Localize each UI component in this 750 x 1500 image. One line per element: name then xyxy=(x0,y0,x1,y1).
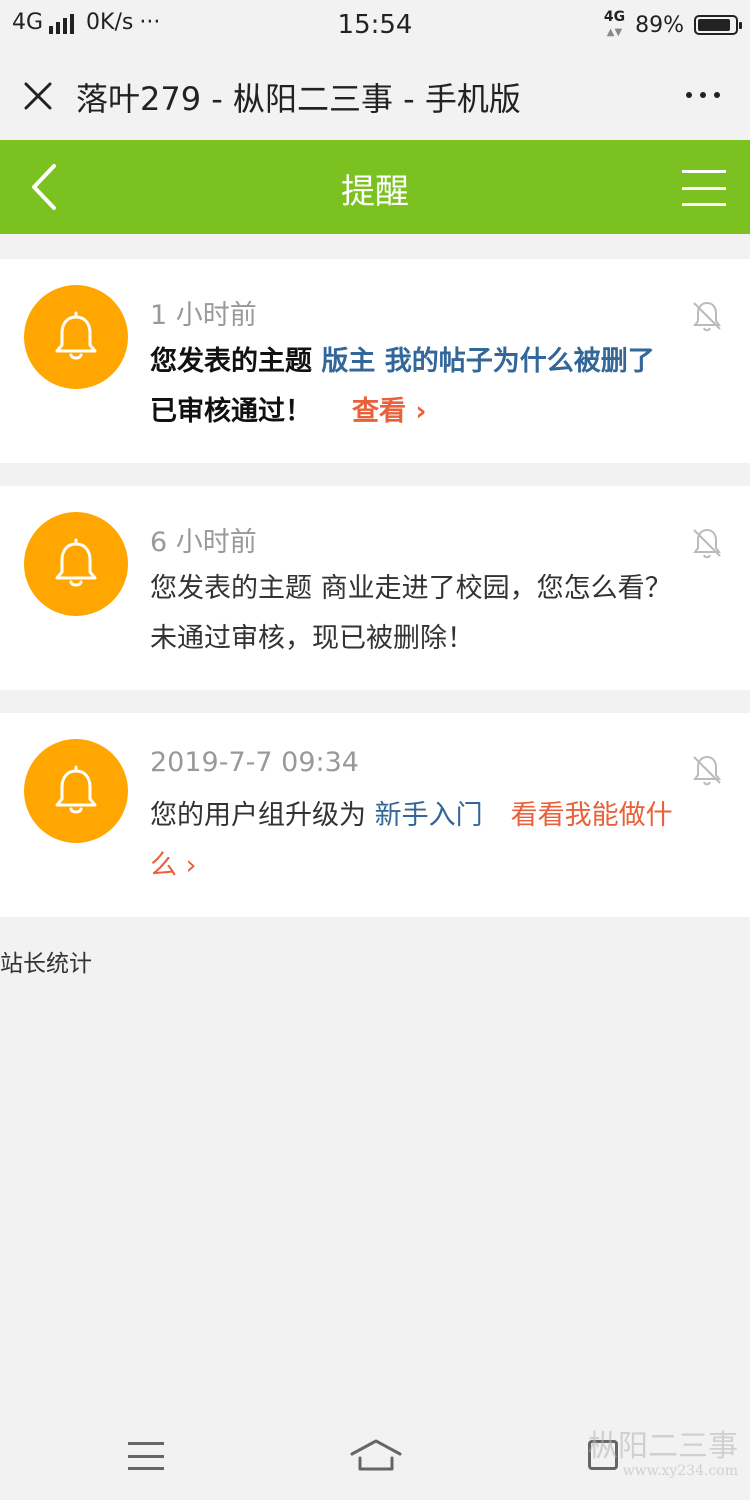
notification-prefix: 您发表的主题 xyxy=(150,346,322,377)
page-title: 提醒 xyxy=(341,172,409,212)
notification-text: 您的用户组升级为 新手入门 看看我能做什么 › xyxy=(150,791,680,891)
notification-suffix: 已审核通过！ xyxy=(150,396,312,427)
close-icon[interactable] xyxy=(22,80,54,112)
bell-off-icon[interactable] xyxy=(690,299,724,333)
watermark: 枞阳二三事 www.xy234.com xyxy=(588,1429,738,1480)
notification-item[interactable]: 2019-7-7 09:34 您的用户组升级为 新手入门 看看我能做什么 › xyxy=(0,713,750,917)
battery-fill xyxy=(698,19,731,31)
bell-off-icon[interactable] xyxy=(690,526,724,560)
status-bar: 4G 0K/s ··· 15:54 4G ▲▼ 89% xyxy=(0,0,750,52)
notification-text: 您发表的主题 版主 我的帖子为什么被删了 已审核通过！ 查看 › xyxy=(150,337,680,437)
notification-item[interactable]: 1 小时前 您发表的主题 版主 我的帖子为什么被删了 已审核通过！ 查看 › xyxy=(0,259,750,463)
menu-icon[interactable] xyxy=(682,170,726,206)
battery-icon xyxy=(694,15,742,35)
notification-text: 您发表的主题 商业走进了校园，您怎么看？ 未通过审核，现已被删除！ xyxy=(150,573,672,654)
home-icon[interactable] xyxy=(350,1438,402,1472)
bell-off-icon[interactable] xyxy=(690,753,724,787)
notification-prefix: 您的用户组升级为 xyxy=(150,800,375,831)
notification-time: 1 小时前 xyxy=(150,300,257,331)
network-4g-icon: 4G ▲▼ xyxy=(603,9,626,38)
bell-icon xyxy=(55,538,97,587)
thread-link[interactable]: 版主 我的帖子为什么被删了 xyxy=(321,346,654,377)
usergroup-link[interactable]: 新手入门 xyxy=(375,800,483,831)
status-right: 4G ▲▼ 89% xyxy=(603,9,742,40)
notification-avatar xyxy=(24,739,128,843)
browser-title: 落叶279 - 枞阳二三事 - 手机版 xyxy=(76,80,521,118)
notification-avatar xyxy=(24,512,128,616)
more-icon[interactable] xyxy=(686,92,720,98)
bell-icon xyxy=(55,311,97,360)
bottom-nav: 枞阳二三事 www.xy234.com xyxy=(0,1410,750,1500)
browser-bar: 落叶279 - 枞阳二三事 - 手机版 xyxy=(0,52,750,140)
notification-time: 6 小时前 xyxy=(150,527,257,558)
notification-time: 2019-7-7 09:34 xyxy=(150,747,359,778)
app-header: 提醒 xyxy=(0,140,750,234)
site-stats-link[interactable]: 站长统计 xyxy=(0,944,92,978)
nav-menu-icon[interactable] xyxy=(128,1442,164,1470)
battery-percent: 89% xyxy=(635,12,684,38)
notification-item[interactable]: 6 小时前 您发表的主题 商业走进了校园，您怎么看？ 未通过审核，现已被删除！ xyxy=(0,486,750,690)
bell-icon xyxy=(55,765,97,814)
view-link[interactable]: 查看 › xyxy=(352,396,427,427)
notification-avatar xyxy=(24,285,128,389)
